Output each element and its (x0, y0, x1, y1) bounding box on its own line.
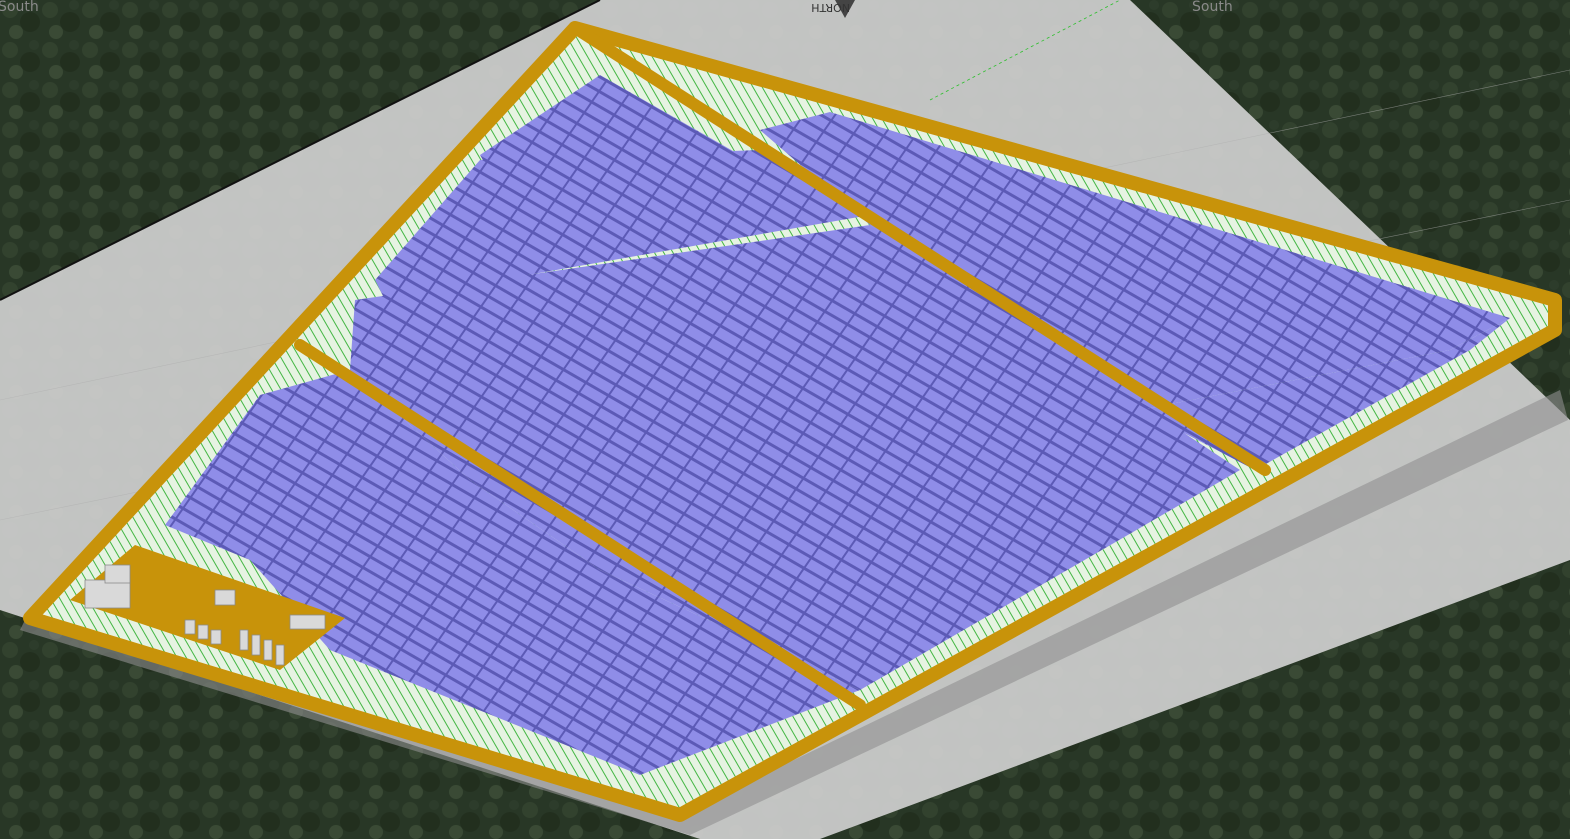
north-label: NORTH (811, 1, 850, 14)
solar-farm-scene: NORTH South South (0, 0, 1570, 839)
3d-viewport[interactable]: NORTH South South (0, 0, 1570, 839)
south-label: South (1192, 0, 1233, 15)
south-label-left: South (0, 0, 39, 15)
